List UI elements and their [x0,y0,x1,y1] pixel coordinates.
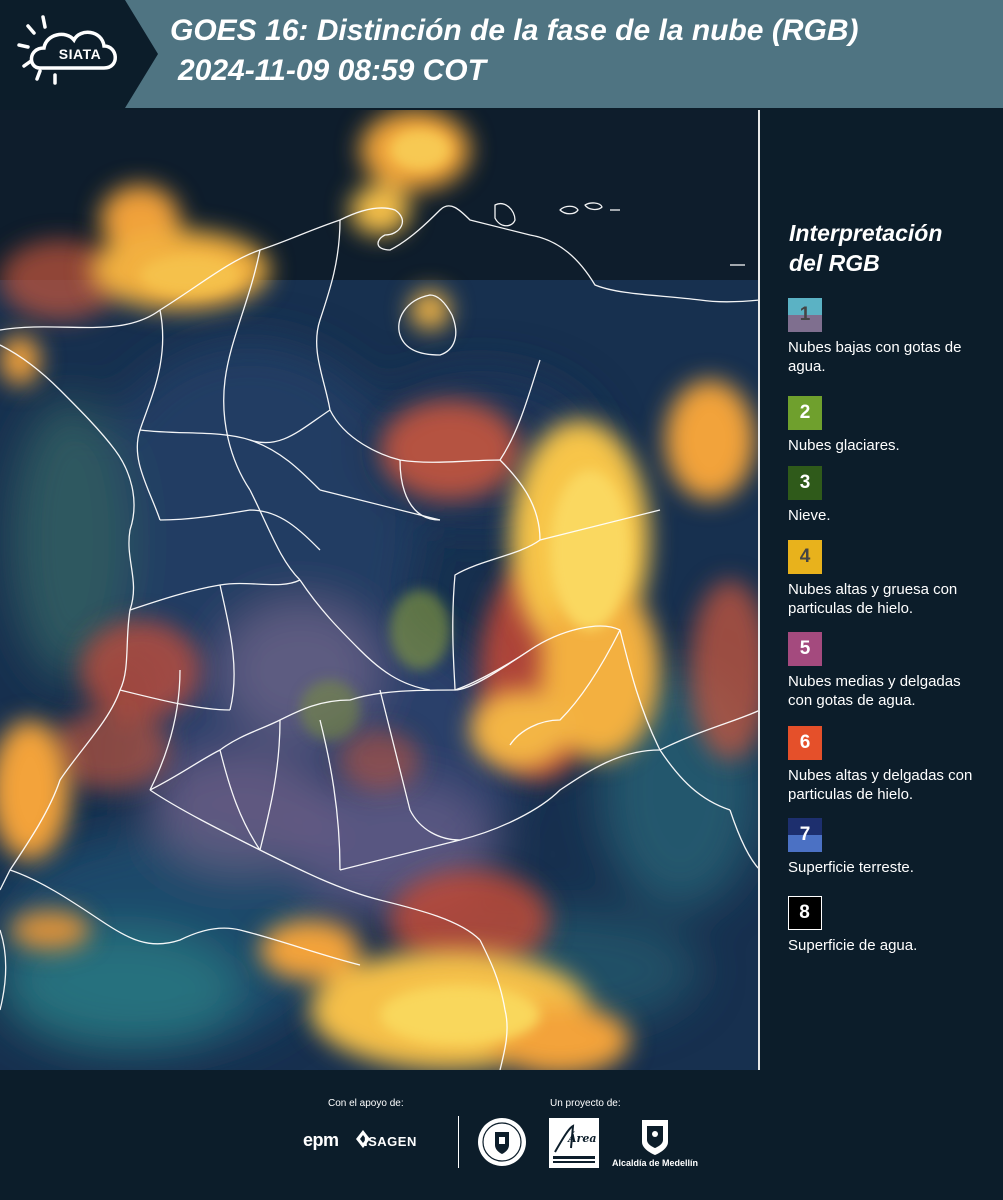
medellin-seal-icon[interactable] [477,1117,527,1167]
legend-num-8: 8 [799,902,810,923]
legend-swatch-7: 7 [788,818,822,852]
legend-num-5: 5 [799,638,811,659]
legend-num-1: 1 [799,304,811,325]
legend-panel: Interpretación del RGB 1 Nubes bajas con… [770,110,1003,1070]
legend-swatch-3: 3 [788,466,822,500]
legend-item-2: 2 Nubes glaciares. [788,396,988,455]
siata-logo-text: SIATA [58,46,102,62]
page-title: GOES 16: Distinción de la fase de la nub… [170,14,859,47]
legend-item-8: 8 Superficie de agua. [788,896,988,955]
page-timestamp: 2024-11-09 08:59 COT [178,54,486,87]
legend-text-2: Nubes glaciares. [788,437,900,454]
legend-item-1: 1 Nubes bajas con gotas de agua. [788,298,988,376]
legend-text-6: Nubes altas y delgadas con particulas de… [788,767,973,803]
legend-item-7: 7 Superficie terreste. [788,818,988,877]
legend-text-8: Superficie de agua. [788,937,918,954]
legend-num-7: 7 [799,824,811,845]
legend-num-6: 6 [799,732,811,753]
map-divider [758,110,760,1070]
siata-logo[interactable]: SIATA [0,0,160,108]
project-label: Un proyecto de: [550,1098,621,1109]
satellite-map[interactable] [0,110,760,1070]
footer-vertical-divider [458,1116,459,1168]
legend-title-line2: del RGB [789,250,880,276]
legend-text-1: Nubes bajas con gotas de agua. [788,339,962,375]
legend-num-3: 3 [799,472,811,493]
legend-num-4: 4 [799,546,811,567]
footer: Con el apoyo de: Un proyecto de: epm ISA… [0,1070,1003,1200]
legend-swatch-8: 8 [788,896,822,930]
area-logo-text: Área [568,1132,597,1145]
legend-text-5: Nubes medias y delgadas con gotas de agu… [788,673,961,709]
legend-text-3: Nieve. [788,507,831,524]
legend-item-3: 3 Nieve. [788,466,988,525]
legend-item-6: 6 Nubes altas y delgadas con particulas … [788,726,988,804]
legend-swatch-6: 6 [788,726,822,760]
legend-swatch-2: 2 [788,396,822,430]
legend-item-4: 4 Nubes altas y gruesa con particulas de… [788,540,988,618]
legend-title: Interpretación del RGB [789,218,942,278]
legend-title-line1: Interpretación [789,220,943,246]
legend-num-2: 2 [799,402,811,423]
header-bar: SIATA GOES 16: Distinción de la fase de … [0,0,1003,108]
support-label: Con el apoyo de: [328,1098,404,1109]
alcaldia-logo-text: Alcaldía de Medellín [612,1158,699,1168]
legend-text-4: Nubes altas y gruesa con particulas de h… [788,581,958,617]
legend-swatch-5: 5 [788,632,822,666]
epm-logo[interactable]: epm [303,1130,339,1151]
alcaldia-shield-icon[interactable] [640,1118,670,1156]
legend-item-5: 5 Nubes medias y delgadas con gotas de a… [788,632,988,710]
legend-swatch-1: 1 [788,298,822,332]
legend-swatch-4: 4 [788,540,822,574]
legend-text-7: Superficie terreste. [788,859,914,876]
isagen-logo[interactable]: ISAGEN [364,1134,417,1149]
